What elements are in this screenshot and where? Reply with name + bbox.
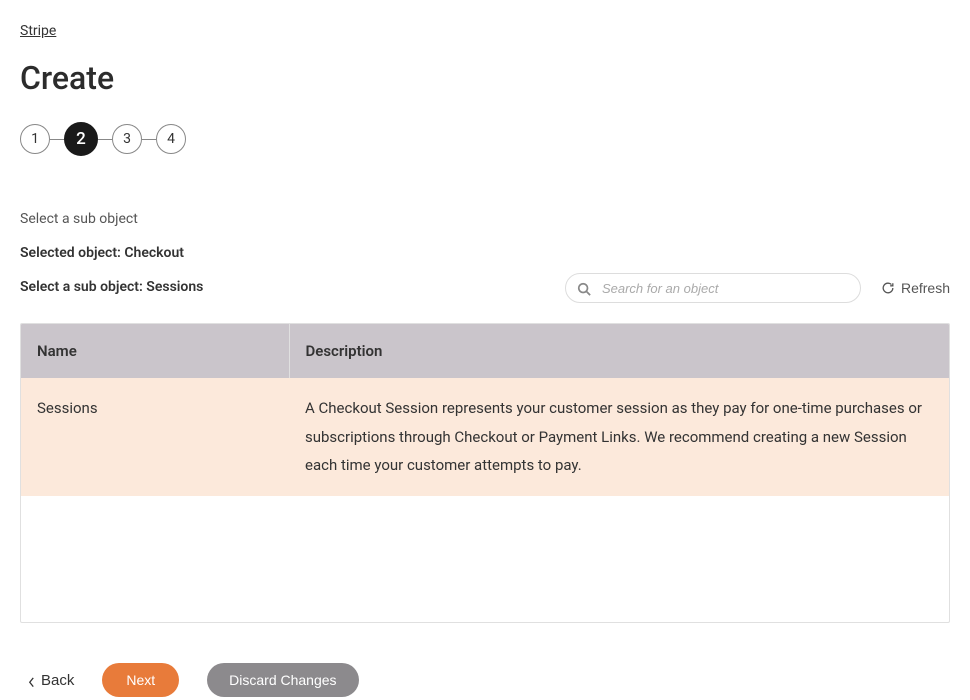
selected-object-line: Selected object: Checkout bbox=[20, 245, 950, 261]
step-3[interactable]: 3 bbox=[112, 124, 142, 154]
step-connector bbox=[50, 139, 64, 140]
back-button[interactable]: Back bbox=[28, 672, 74, 689]
step-1[interactable]: 1 bbox=[20, 124, 50, 154]
step-2[interactable]: 2 bbox=[64, 122, 98, 156]
instruction-select-sub: Select a sub object bbox=[20, 211, 950, 227]
cell-description: A Checkout Session represents your custo… bbox=[289, 378, 949, 496]
footer-actions: Back Next Discard Changes bbox=[20, 663, 950, 697]
col-header-name: Name bbox=[21, 324, 289, 378]
cell-name: Sessions bbox=[21, 378, 289, 496]
step-4[interactable]: 4 bbox=[156, 124, 186, 154]
table-row[interactable]: Sessions A Checkout Session represents y… bbox=[21, 378, 949, 496]
table-header-row: Name Description bbox=[21, 324, 949, 378]
search-input[interactable] bbox=[565, 273, 861, 303]
back-label: Back bbox=[41, 672, 74, 689]
col-header-description: Description bbox=[289, 324, 949, 378]
search-icon bbox=[577, 281, 591, 295]
chevron-left-icon bbox=[28, 675, 35, 686]
step-connector bbox=[142, 139, 156, 140]
search-wrap bbox=[565, 273, 861, 303]
refresh-button[interactable]: Refresh bbox=[881, 280, 950, 296]
step-connector bbox=[98, 139, 112, 140]
page-title: Create bbox=[20, 59, 950, 97]
stepper: 1 2 3 4 bbox=[20, 122, 950, 156]
breadcrumb-link[interactable]: Stripe bbox=[20, 23, 56, 39]
refresh-label: Refresh bbox=[901, 280, 950, 296]
discard-button[interactable]: Discard Changes bbox=[207, 663, 358, 697]
object-table: Name Description Sessions A Checkout Ses… bbox=[20, 323, 950, 623]
refresh-icon bbox=[881, 281, 895, 295]
next-button[interactable]: Next bbox=[102, 663, 179, 697]
